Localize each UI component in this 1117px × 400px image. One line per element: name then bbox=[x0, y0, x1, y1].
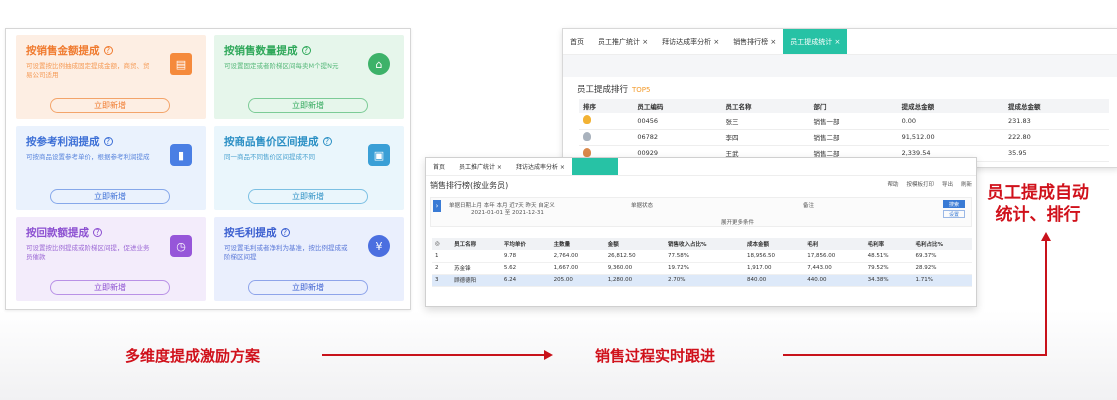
toolbar-strip bbox=[563, 55, 1117, 77]
date-label: 单据日期 bbox=[449, 203, 472, 209]
table-header: 排序 员工编码 员工名称 部门 提成总金额 提成总金额 bbox=[579, 99, 1109, 113]
tab-commission-stats[interactable]: 员工提成统计 × bbox=[783, 29, 848, 54]
print-button[interactable]: 按模板打印 bbox=[906, 180, 934, 191]
add-button[interactable]: 立即新增 bbox=[248, 280, 368, 295]
arrow-right-icon bbox=[544, 350, 553, 360]
tab-visit-analysis[interactable]: 拜访达成率分析 × bbox=[509, 158, 572, 175]
tab-active[interactable] bbox=[571, 158, 618, 175]
card-sales-quantity: 按销售数量提成? 可设置固定或者阶梯区间每卖M个提N元 ⌂ 立即新增 bbox=[214, 35, 404, 119]
card-price-range: 按商品售价区间提成? 同一商品不同售价区间提成不同 ▣ 立即新增 bbox=[214, 126, 404, 210]
search-button[interactable]: 搜索 bbox=[943, 200, 965, 208]
tab-promotion-stats[interactable]: 员工推广统计 × bbox=[452, 158, 509, 175]
add-button[interactable]: 立即新增 bbox=[50, 98, 170, 113]
table-row[interactable]: 2 苏金锋 5.62 1,667.00 9,360.00 19.72% 1,91… bbox=[432, 262, 972, 275]
help-icon[interactable]: ? bbox=[322, 137, 332, 146]
section-title: 员工提成排行 bbox=[577, 85, 629, 95]
tab-home[interactable]: 首页 bbox=[426, 158, 452, 175]
table-row-selected[interactable]: 3 顾德德阳 6.24 205.00 1,280.00 2.70% 840.00… bbox=[432, 274, 972, 287]
help-button[interactable]: 帮助 bbox=[887, 180, 898, 191]
top-tag: TOP5 bbox=[632, 86, 651, 94]
export-button[interactable]: 导出 bbox=[942, 180, 953, 191]
tab-sales-ranking[interactable]: 销售排行榜 × bbox=[726, 29, 783, 54]
card-description: 同一商品不同售价区间提成不同 bbox=[224, 153, 315, 161]
tab-visit-analysis[interactable]: 拜访达成率分析 × bbox=[655, 29, 726, 54]
sales-table: ◎ 员工名称 平均单价 主数量 金额 销售收入占比% 成本金额 毛利 毛利率 毛… bbox=[432, 238, 972, 287]
help-icon[interactable]: ? bbox=[93, 228, 102, 237]
toolbar: 帮助 按模板打印 导出 刷新 bbox=[887, 180, 972, 191]
settings-button[interactable]: 设置 bbox=[943, 210, 965, 218]
status-label: 单据状态 bbox=[631, 203, 654, 209]
card-title: 按参考利润提成 bbox=[26, 136, 100, 148]
tab-home[interactable]: 首页 bbox=[563, 29, 591, 54]
add-button[interactable]: 立即新增 bbox=[50, 189, 170, 204]
arrow-line-1 bbox=[322, 354, 544, 356]
more-conditions-toggle[interactable]: 展开更多条件 bbox=[721, 218, 754, 226]
arrow-up-icon bbox=[1041, 232, 1051, 241]
add-button[interactable]: 立即新增 bbox=[248, 189, 368, 204]
caption-realtime-tracking: 销售过程实时跟进 bbox=[595, 347, 716, 365]
card-gross-profit: 按毛利提成? 可设置毛利或者净利为基准，按比例提成或阶梯区间提 ¥ 立即新增 bbox=[214, 217, 404, 301]
card-sales-amount: 按销售金额提成? 可设置按比例抽成固定提成金额，商贸、贸易公司适用 ▤ 立即新增 bbox=[16, 35, 206, 119]
card-title: 按销售金额提成 bbox=[26, 45, 100, 57]
card-title: 按销售数量提成 bbox=[224, 45, 298, 57]
gold-medal-icon bbox=[583, 115, 591, 125]
card-title: 按回款额提成 bbox=[26, 227, 89, 239]
table-row[interactable]: 1 9.78 2,764.00 26,812.50 77.58% 18,956.… bbox=[432, 250, 972, 263]
card-title: 按毛利提成 bbox=[224, 227, 277, 239]
commission-plan-panel: 按销售金额提成? 可设置按比例抽成固定提成金额，商贸、贸易公司适用 ▤ 立即新增… bbox=[5, 28, 411, 310]
card-description: 可设置固定或者阶梯区间每卖M个提N元 bbox=[224, 62, 339, 70]
filter-panel: › 单据日期 上月 本年 本月 近7天 昨天 自定义 2021-01-01 至 … bbox=[430, 197, 972, 227]
silver-medal-icon bbox=[583, 131, 591, 141]
table-row[interactable]: 00456 张三 销售一部 0.00 231.83 bbox=[579, 113, 1109, 130]
card-description: 可设置按比例提成或阶梯区间提，促进业务员催款 bbox=[26, 244, 150, 261]
page-title: 销售排行榜(按业务员) bbox=[430, 181, 509, 190]
caption-auto-ranking: 员工提成自动 统计、排行 bbox=[987, 183, 1089, 225]
help-icon[interactable]: ? bbox=[280, 228, 290, 237]
help-icon[interactable]: ? bbox=[103, 137, 113, 146]
refresh-button[interactable]: 刷新 bbox=[961, 180, 972, 191]
add-button[interactable]: 立即新增 bbox=[248, 98, 368, 113]
date-range[interactable]: 2021-01-01 至 2021-12-31 bbox=[471, 208, 544, 216]
money-bag-icon: ¥ bbox=[368, 235, 390, 257]
chart-icon: ▮ bbox=[170, 144, 192, 166]
caption-multi-dimension: 多维度提成激励方案 bbox=[125, 347, 261, 365]
card-title: 按商品售价区间提成 bbox=[224, 136, 319, 148]
tab-promotion-stats[interactable]: 员工推广统计 × bbox=[591, 29, 655, 54]
clipboard-icon: ▣ bbox=[368, 144, 390, 166]
card-description: 可按商品设置参考单价，根据参考利润提成 bbox=[26, 153, 150, 161]
bronze-medal-icon bbox=[583, 147, 591, 157]
help-icon[interactable]: ? bbox=[103, 46, 113, 55]
commission-ranking-window: 首页 员工推广统计 × 拜访达成率分析 × 销售排行榜 × 员工提成统计 × 员… bbox=[562, 28, 1117, 168]
sales-ranking-window: 首页 员工推广统计 × 拜访达成率分析 × 销售排行榜(按业务员) 帮助 按模板… bbox=[425, 157, 977, 307]
ranking-table: 排序 员工编码 员工名称 部门 提成总金额 提成总金额 00456 张三 销售一… bbox=[579, 99, 1109, 162]
tab-bar: 首页 员工推广统计 × 拜访达成率分析 × 销售排行榜 × 员工提成统计 × bbox=[563, 29, 1117, 55]
table-header: ◎ 员工名称 平均单价 主数量 金额 销售收入占比% 成本金额 毛利 毛利率 毛… bbox=[432, 238, 972, 250]
house-icon: ⌂ bbox=[368, 53, 390, 75]
tab-bar: 首页 员工推广统计 × 拜访达成率分析 × bbox=[426, 158, 976, 176]
card-description: 可设置按比例抽成固定提成金额，商贸、贸易公司适用 bbox=[26, 62, 150, 79]
remark-label: 备注 bbox=[803, 203, 815, 209]
card-reference-profit: 按参考利润提成? 可按商品设置参考单价，根据参考利润提成 ▮ 立即新增 bbox=[16, 126, 206, 210]
calendar-icon: ▤ bbox=[170, 53, 192, 75]
table-row[interactable]: 06782 李四 销售二部 91,512.00 222.80 bbox=[579, 129, 1109, 146]
arrow-line-2 bbox=[783, 354, 1047, 356]
expand-icon[interactable]: › bbox=[433, 200, 441, 212]
help-icon[interactable]: ? bbox=[301, 46, 311, 55]
clock-icon: ◷ bbox=[170, 235, 192, 257]
arrow-line-vertical bbox=[1045, 240, 1047, 356]
card-description: 可设置毛利或者净利为基准，按比例提成或阶梯区间提 bbox=[224, 244, 348, 261]
card-collection: 按回款额提成? 可设置按比例提成或阶梯区间提，促进业务员催款 ◷ 立即新增 bbox=[16, 217, 206, 301]
add-button[interactable]: 立即新增 bbox=[50, 280, 170, 295]
